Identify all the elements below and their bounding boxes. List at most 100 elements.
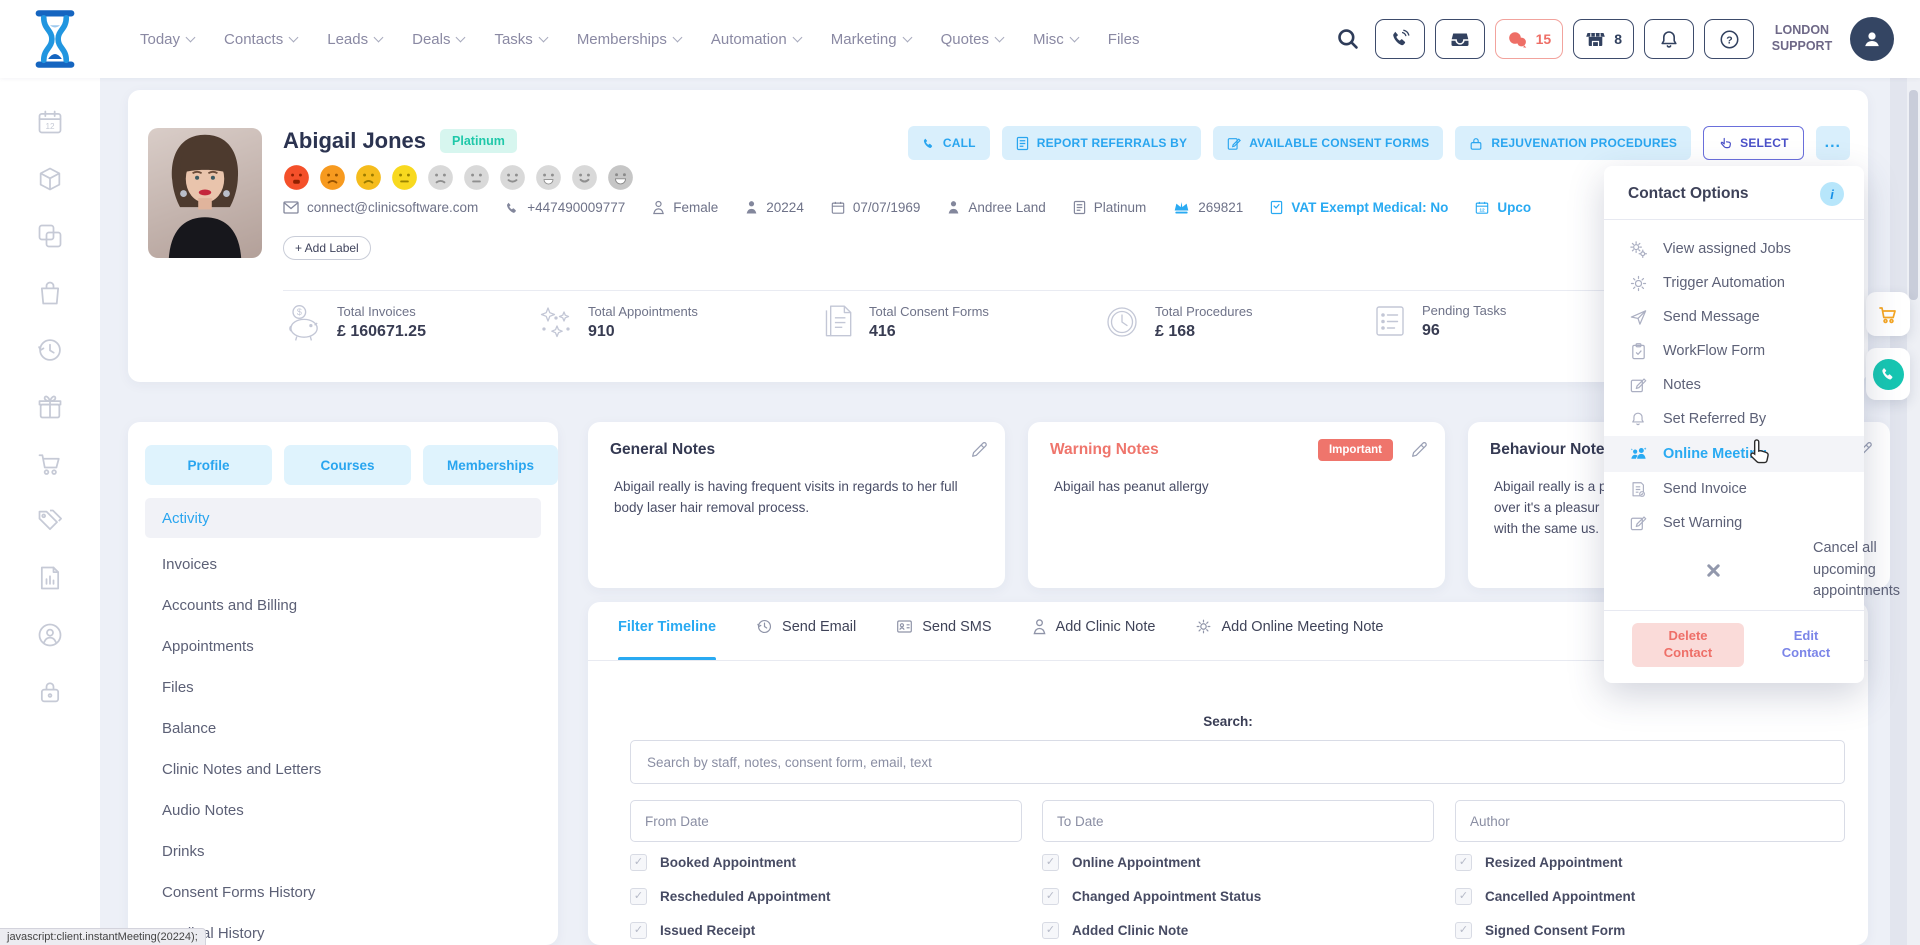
menu-item-set-warning[interactable]: Set Warning bbox=[1604, 506, 1864, 540]
menu-item-trigger-automation[interactable]: Trigger Automation bbox=[1604, 266, 1864, 300]
report-icon[interactable] bbox=[36, 564, 64, 592]
menu-item-workflow-form[interactable]: WorkFlow Form bbox=[1604, 334, 1864, 368]
notifications-button[interactable] bbox=[1644, 19, 1694, 59]
consent-forms-button[interactable]: AVAILABLE CONSENT FORMS bbox=[1213, 126, 1443, 160]
menu-item-cancel-all-upcoming-appointments[interactable]: Cancel all upcoming appointments bbox=[1604, 540, 1864, 600]
user-avatar[interactable] bbox=[1850, 17, 1894, 61]
floating-phone-button[interactable] bbox=[1866, 348, 1910, 400]
menu-item-view-assigned-jobs[interactable]: View assigned Jobs bbox=[1604, 232, 1864, 266]
profile-nav-item-accounts-and-billing[interactable]: Accounts and Billing bbox=[145, 585, 541, 626]
floating-cart-button[interactable] bbox=[1866, 292, 1910, 336]
nav-item-today[interactable]: Today bbox=[140, 31, 194, 48]
checkbox-cancelled-appointment[interactable]: ✓Cancelled Appointment bbox=[1455, 888, 1635, 905]
profile-nav-item-clinic-notes-and-letters[interactable]: Clinic Notes and Letters bbox=[145, 749, 541, 790]
edit-pencil-icon[interactable] bbox=[970, 441, 987, 458]
tab-send-email[interactable]: Send Email bbox=[756, 618, 856, 635]
contact-vat-status[interactable]: VAT Exempt Medical: No bbox=[1270, 200, 1448, 215]
mood-icon-1[interactable] bbox=[283, 164, 310, 191]
support-icon[interactable] bbox=[36, 621, 64, 649]
clinicsoftware-logo[interactable] bbox=[30, 8, 80, 70]
profile-nav-item-balance[interactable]: Balance bbox=[145, 708, 541, 749]
profile-nav-item-drinks[interactable]: Drinks bbox=[145, 831, 541, 872]
from-date-input[interactable] bbox=[630, 800, 1022, 842]
nav-item-tasks[interactable]: Tasks bbox=[494, 31, 546, 48]
checkbox-rescheduled-appointment[interactable]: ✓Rescheduled Appointment bbox=[630, 888, 1042, 905]
select-button[interactable]: SELECT bbox=[1703, 126, 1804, 160]
tab-memberships[interactable]: Memberships bbox=[423, 445, 558, 485]
search-icon[interactable] bbox=[1337, 28, 1359, 50]
profile-nav-item-files[interactable]: Files bbox=[145, 667, 541, 708]
search-input[interactable] bbox=[630, 740, 1845, 784]
tags-icon[interactable] bbox=[36, 507, 64, 535]
rejuvenation-button[interactable]: REJUVENATION PROCEDURES bbox=[1455, 126, 1691, 160]
nav-item-marketing[interactable]: Marketing bbox=[831, 31, 911, 48]
nav-item-automation[interactable]: Automation bbox=[711, 31, 801, 48]
profile-nav-item-appointments[interactable]: Appointments bbox=[145, 626, 541, 667]
inbox-button[interactable] bbox=[1435, 19, 1485, 59]
contact-phone[interactable]: +447490009777 bbox=[505, 200, 625, 215]
phone-button[interactable] bbox=[1375, 19, 1425, 59]
history-icon[interactable] bbox=[36, 336, 64, 364]
more-options-button[interactable]: ... bbox=[1816, 126, 1850, 160]
store-button[interactable]: 8 bbox=[1573, 19, 1634, 59]
mood-icon-3[interactable] bbox=[355, 164, 382, 191]
call-button[interactable]: CALL bbox=[908, 126, 990, 160]
tab-add-online-meeting-note[interactable]: Add Online Meeting Note bbox=[1195, 618, 1383, 635]
checkbox-online-appointment[interactable]: ✓Online Appointment bbox=[1042, 854, 1455, 871]
tab-add-clinic-note[interactable]: Add Clinic Note bbox=[1032, 618, 1156, 635]
checkbox-changed-appointment-status[interactable]: ✓Changed Appointment Status bbox=[1042, 888, 1455, 905]
edit-contact-button[interactable]: Edit Contact bbox=[1776, 628, 1836, 662]
menu-item-send-invoice[interactable]: Send Invoice bbox=[1604, 472, 1864, 506]
shopping-bag-icon[interactable] bbox=[36, 279, 64, 307]
nav-item-leads[interactable]: Leads bbox=[327, 31, 382, 48]
messages-button[interactable]: 15 bbox=[1495, 19, 1564, 59]
tab-send-sms[interactable]: Send SMS bbox=[896, 618, 991, 635]
menu-item-notes[interactable]: Notes bbox=[1604, 368, 1864, 402]
mood-icon-5[interactable] bbox=[427, 164, 454, 191]
lock-icon[interactable] bbox=[36, 678, 64, 706]
tab-courses[interactable]: Courses bbox=[284, 445, 411, 485]
profile-nav-item-audio-notes[interactable]: Audio Notes bbox=[145, 790, 541, 831]
menu-item-send-message[interactable]: Send Message bbox=[1604, 300, 1864, 334]
delete-contact-button[interactable]: Delete Contact bbox=[1632, 623, 1744, 667]
report-referrals-button[interactable]: REPORT REFERRALS BY bbox=[1002, 126, 1201, 160]
menu-item-set-referred-by[interactable]: Set Referred By bbox=[1604, 402, 1864, 436]
package-icon[interactable] bbox=[36, 165, 64, 193]
contact-email[interactable]: connect@clinicsoftware.com bbox=[283, 200, 478, 215]
add-label-button[interactable]: + Add Label bbox=[283, 236, 371, 260]
mood-icon-4[interactable] bbox=[391, 164, 418, 191]
mood-icon-8[interactable] bbox=[535, 164, 562, 191]
tab-profile[interactable]: Profile bbox=[145, 445, 272, 485]
mood-icon-6[interactable] bbox=[463, 164, 490, 191]
checkbox-resized-appointment[interactable]: ✓Resized Appointment bbox=[1455, 854, 1635, 871]
tab-filter-timeline[interactable]: Filter Timeline bbox=[618, 619, 716, 635]
edit-pencil-icon[interactable] bbox=[1410, 441, 1427, 458]
profile-nav-item-activity[interactable]: Activity bbox=[145, 498, 541, 538]
checkbox-booked-appointment[interactable]: ✓Booked Appointment bbox=[630, 854, 1042, 871]
profile-nav-item-invoices[interactable]: Invoices bbox=[145, 544, 541, 585]
contact-upcoming[interactable]: 12Upco bbox=[1475, 200, 1531, 215]
scrollbar-thumb[interactable] bbox=[1909, 90, 1918, 300]
mood-icon-7[interactable] bbox=[499, 164, 526, 191]
calendar-icon[interactable]: 12 bbox=[36, 108, 64, 136]
nav-item-misc[interactable]: Misc bbox=[1033, 31, 1078, 48]
checkbox-added-clinic-note[interactable]: ✓Added Clinic Note bbox=[1042, 922, 1455, 939]
user-location-label[interactable]: LONDON SUPPORT bbox=[1764, 23, 1840, 54]
nav-item-deals[interactable]: Deals bbox=[412, 31, 464, 48]
info-icon[interactable]: i bbox=[1820, 182, 1844, 206]
checkbox-issued-receipt[interactable]: ✓Issued Receipt bbox=[630, 922, 1042, 939]
cart-icon[interactable] bbox=[36, 450, 64, 478]
nav-item-quotes[interactable]: Quotes bbox=[941, 31, 1003, 48]
nav-item-memberships[interactable]: Memberships bbox=[577, 31, 681, 48]
to-date-input[interactable] bbox=[1042, 800, 1434, 842]
copy-icon[interactable] bbox=[36, 222, 64, 250]
profile-nav-item-consent-forms-history[interactable]: Consent Forms History bbox=[145, 872, 541, 913]
author-input[interactable] bbox=[1455, 800, 1845, 842]
nav-item-contacts[interactable]: Contacts bbox=[224, 31, 297, 48]
gift-icon[interactable] bbox=[36, 393, 64, 421]
nav-item-files[interactable]: Files bbox=[1108, 31, 1140, 48]
mood-icon-9[interactable] bbox=[571, 164, 598, 191]
mood-icon-10[interactable] bbox=[607, 164, 634, 191]
checkbox-signed-consent-form[interactable]: ✓Signed Consent Form bbox=[1455, 922, 1635, 939]
help-button[interactable]: ? bbox=[1704, 19, 1754, 59]
